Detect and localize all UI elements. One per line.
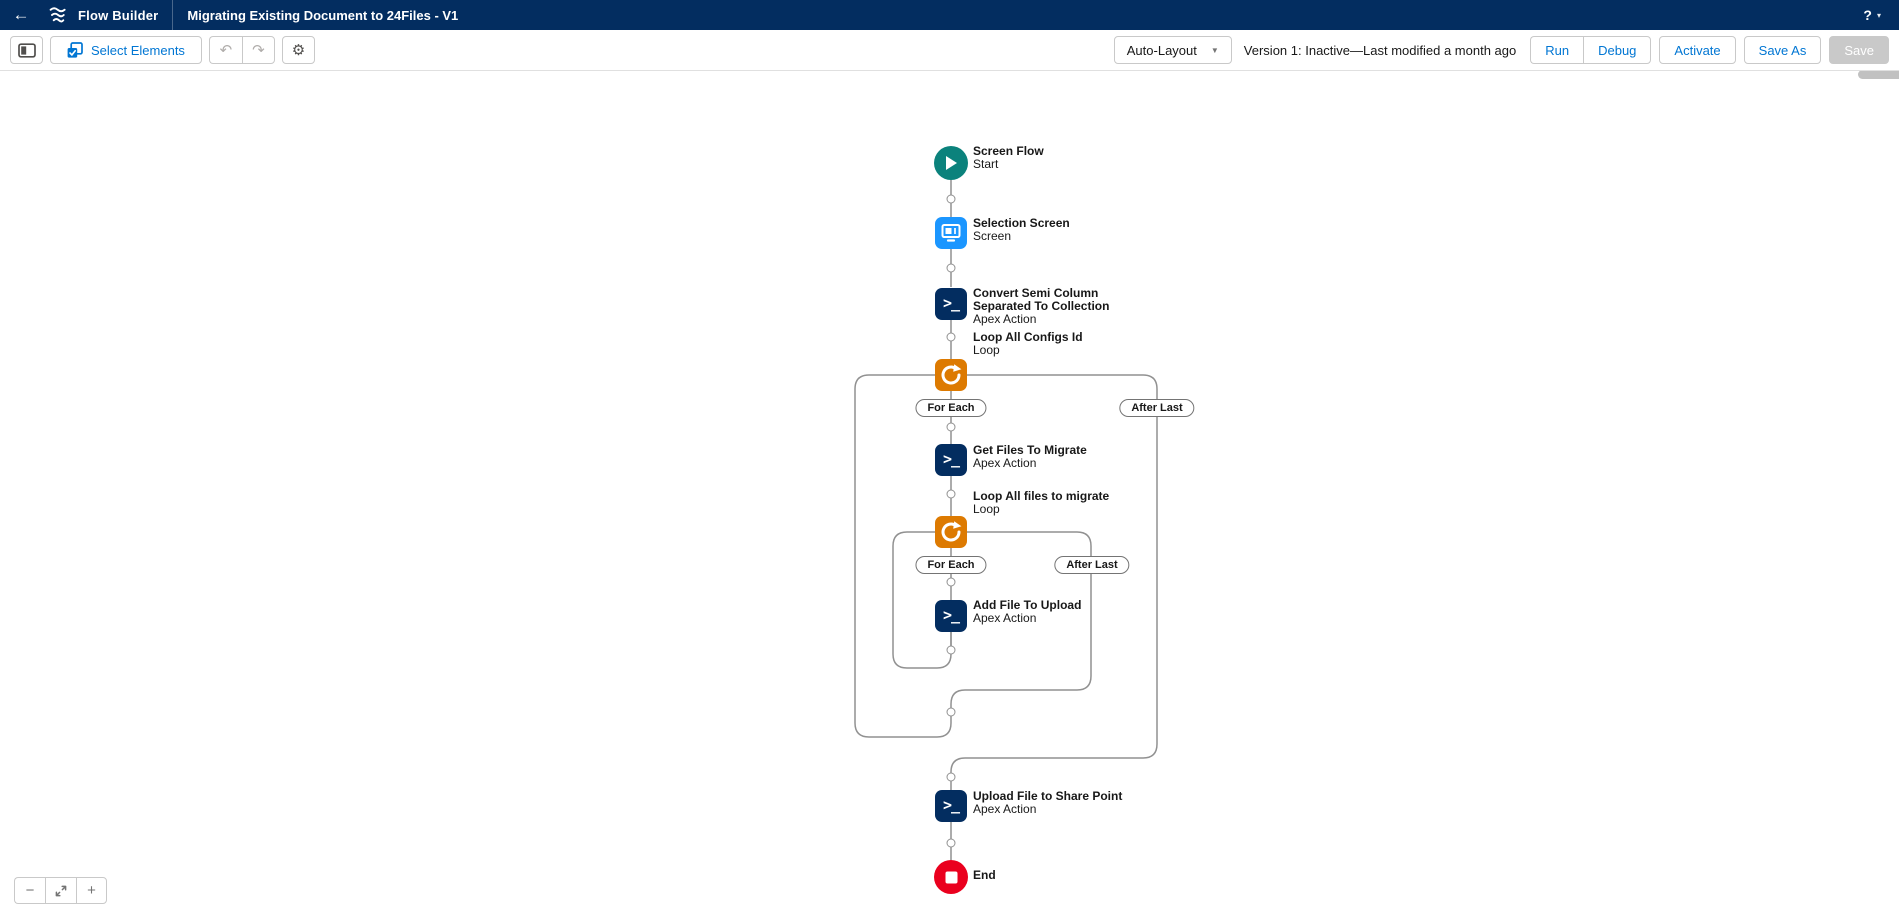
node-title: Add File To Upload (973, 598, 1081, 612)
loop-icon (939, 363, 963, 387)
node-subtitle: Apex Action (973, 803, 1122, 816)
add-element-button[interactable] (947, 195, 956, 204)
node-title: Upload File to Share Point (973, 789, 1122, 803)
minus-icon: − (26, 882, 35, 899)
node-label: Selection Screen Screen (973, 216, 1070, 243)
node-subtitle: Loop (973, 503, 1109, 516)
back-button[interactable]: ← (0, 0, 42, 30)
redo-icon: ↷ (252, 41, 265, 59)
add-element-button[interactable] (947, 839, 956, 848)
flow-title: Migrating Existing Document to 24Files -… (173, 8, 458, 23)
after-last-branch-label: After Last (1054, 556, 1129, 574)
save-as-button[interactable]: Save As (1744, 36, 1822, 64)
node-label: Loop All files to migrate Loop (973, 489, 1109, 516)
node-label: Screen Flow Start (973, 144, 1044, 171)
node-title: Screen Flow (973, 144, 1044, 158)
select-elements-label: Select Elements (91, 43, 185, 58)
help-caret-icon[interactable]: ▾ (1877, 11, 1881, 20)
activate-button[interactable]: Activate (1659, 36, 1735, 64)
node-subtitle: Apex Action (973, 313, 1133, 326)
add-element-button[interactable] (947, 423, 956, 432)
zoom-controls: − + (14, 877, 107, 904)
node-subtitle: Screen (973, 230, 1070, 243)
expand-icon (54, 884, 68, 898)
chevron-down-icon: ▼ (1211, 46, 1219, 55)
node-subtitle: Loop (973, 344, 1083, 357)
node-label: End (973, 868, 996, 882)
screen-icon (939, 221, 963, 245)
node-title: Selection Screen (973, 216, 1070, 230)
panel-toggle-icon (18, 43, 36, 58)
zoom-out-button[interactable]: − (14, 877, 45, 904)
gear-icon: ⚙ (292, 41, 305, 59)
undo-icon: ↶ (220, 41, 233, 59)
node-title: Loop All files to migrate (973, 489, 1109, 503)
loop-icon (939, 520, 963, 544)
version-status: Version 1: Inactive—Last modified a mont… (1240, 43, 1522, 58)
apex-action-node-icon[interactable]: >_ (935, 288, 967, 320)
scrollbar-thumb[interactable] (1858, 70, 1899, 79)
zoom-to-fit-button[interactable] (45, 877, 76, 904)
terminal-icon: >_ (943, 796, 959, 816)
add-element-button[interactable] (947, 333, 956, 342)
start-node-icon[interactable] (934, 146, 968, 180)
node-title: Loop All Configs Id (973, 330, 1083, 344)
loop-node-icon[interactable] (935, 516, 967, 548)
for-each-branch-label: For Each (915, 399, 986, 417)
add-element-button[interactable] (947, 578, 956, 587)
for-each-branch-label: For Each (915, 556, 986, 574)
node-title: End (973, 868, 996, 882)
undo-button[interactable]: ↶ (209, 36, 242, 64)
terminal-icon: >_ (943, 294, 959, 314)
run-button[interactable]: Run (1530, 36, 1583, 64)
node-subtitle: Apex Action (973, 457, 1087, 470)
flow-builder-logo-icon (48, 6, 69, 24)
app-name: Flow Builder (78, 8, 158, 23)
loop-node-icon[interactable] (935, 359, 967, 391)
node-label: Convert Semi Column Separated To Collect… (973, 287, 1133, 326)
terminal-icon: >_ (943, 606, 959, 626)
flow-toolbar: Select Elements ↶ ↷ ⚙ Auto-Layout ▼ Vers… (0, 30, 1899, 71)
flow-settings-button[interactable]: ⚙ (282, 36, 315, 64)
add-element-button[interactable] (947, 264, 956, 273)
terminal-icon: >_ (943, 450, 959, 470)
add-element-button[interactable] (947, 646, 956, 655)
flow-builder-app: ← Flow Builder Migrating Existing Docume… (0, 0, 1899, 910)
node-subtitle: Start (973, 158, 1044, 171)
apex-action-node-icon[interactable]: >_ (935, 790, 967, 822)
plus-icon: + (87, 882, 96, 899)
apex-action-node-icon[interactable]: >_ (935, 444, 967, 476)
node-title: Get Files To Migrate (973, 443, 1087, 457)
layout-mode-value: Auto-Layout (1127, 43, 1197, 58)
node-title: Convert Semi Column Separated To Collect… (973, 287, 1133, 313)
screen-node-icon[interactable] (935, 217, 967, 249)
select-elements-button[interactable]: Select Elements (50, 36, 202, 64)
zoom-in-button[interactable]: + (76, 877, 107, 904)
node-label: Upload File to Share Point Apex Action (973, 789, 1122, 816)
toggle-toolbox-button[interactable] (10, 36, 43, 64)
node-label: Add File To Upload Apex Action (973, 598, 1081, 625)
back-arrow-icon: ← (13, 5, 30, 25)
multi-select-icon (67, 42, 83, 58)
after-last-branch-label: After Last (1119, 399, 1194, 417)
app-header: ← Flow Builder Migrating Existing Docume… (0, 0, 1899, 30)
apex-action-node-icon[interactable]: >_ (935, 600, 967, 632)
node-subtitle: Apex Action (973, 612, 1081, 625)
redo-button[interactable]: ↷ (242, 36, 275, 64)
end-node-icon[interactable] (934, 860, 968, 894)
help-button[interactable]: ? (1863, 7, 1872, 23)
add-element-button[interactable] (947, 490, 956, 499)
save-button[interactable]: Save (1829, 36, 1889, 64)
flow-canvas[interactable]: For Each After Last For Each After Last … (0, 71, 1899, 910)
add-element-button[interactable] (947, 773, 956, 782)
debug-button[interactable]: Debug (1583, 36, 1651, 64)
node-label: Loop All Configs Id Loop (973, 330, 1083, 357)
node-label: Get Files To Migrate Apex Action (973, 443, 1087, 470)
add-element-button[interactable] (947, 708, 956, 717)
app-logo-wrap: Flow Builder (42, 0, 172, 30)
stop-icon (945, 871, 958, 884)
layout-mode-dropdown[interactable]: Auto-Layout ▼ (1114, 36, 1232, 64)
play-icon (944, 155, 958, 171)
